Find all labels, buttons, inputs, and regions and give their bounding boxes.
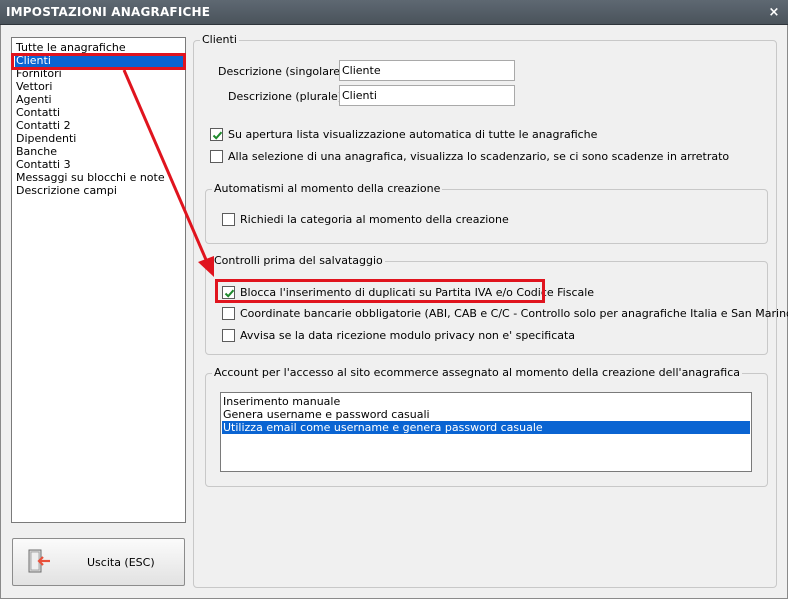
categoria-label: Richiedi la categoria al momento della c… — [240, 213, 509, 226]
exit-button-label: Uscita (ESC) — [87, 556, 155, 569]
category-list[interactable]: Tutte le anagrafiche Clienti Fornitori V… — [11, 37, 186, 523]
nav-item-contatti[interactable]: Contatti — [15, 106, 185, 119]
account-option-email[interactable]: Utilizza email come username e genera pa… — [222, 421, 750, 434]
desc-singolare-input[interactable]: Cliente — [339, 60, 515, 81]
scadenzario-label: Alla selezione di una anagrafica, visual… — [228, 150, 730, 163]
clienti-legend: Clienti — [200, 33, 239, 47]
nav-item-contatti-2[interactable]: Contatti 2 — [15, 119, 185, 132]
scadenzario-checkbox[interactable] — [210, 150, 223, 163]
controlli-legend: Controlli prima del salvataggio — [212, 254, 385, 268]
nav-item-vettori[interactable]: Vettori — [15, 80, 185, 93]
categoria-checkbox[interactable] — [222, 213, 235, 226]
desc-plurale-label: Descrizione (plurale) : — [228, 90, 350, 103]
close-icon[interactable]: × — [766, 5, 782, 20]
exit-door-icon — [25, 548, 53, 576]
coordinate-checkbox[interactable] — [222, 307, 235, 320]
nav-item-tutte[interactable]: Tutte le anagrafiche — [15, 41, 185, 54]
nav-item-agenti[interactable]: Agenti — [15, 93, 185, 106]
nav-item-banche[interactable]: Banche — [15, 145, 185, 158]
account-legend: Account per l'accesso al sito ecommerce … — [212, 366, 742, 380]
scadenzario-checkbox-row[interactable]: Alla selezione di una anagrafica, visual… — [210, 149, 770, 164]
nav-item-clienti[interactable]: Clienti — [15, 54, 185, 67]
exit-button[interactable]: Uscita (ESC) — [12, 538, 185, 586]
coordinate-label: Coordinate bancarie obbligatorie (ABI, C… — [240, 307, 788, 320]
auto-list-checkbox-row[interactable]: Su apertura lista visualizzazione automa… — [210, 127, 750, 142]
categoria-checkbox-row[interactable]: Richiedi la categoria al momento della c… — [222, 212, 622, 227]
privacy-label: Avvisa se la data ricezione modulo priva… — [240, 329, 576, 342]
duplicati-label: Blocca l'inserimento di duplicati su Par… — [240, 286, 595, 299]
account-options-list[interactable]: Inserimento manuale Genera username e pa… — [220, 392, 752, 472]
account-option-manuale[interactable]: Inserimento manuale — [222, 395, 750, 408]
nav-item-fornitori[interactable]: Fornitori — [15, 67, 185, 80]
nav-item-messaggi[interactable]: Messaggi su blocchi e note — [15, 171, 185, 184]
duplicati-checkbox[interactable] — [222, 286, 235, 299]
auto-list-checkbox[interactable] — [210, 128, 223, 141]
privacy-checkbox[interactable] — [222, 329, 235, 342]
nav-item-dipendenti[interactable]: Dipendenti — [15, 132, 185, 145]
nav-item-descrizione-campi[interactable]: Descrizione campi — [15, 184, 185, 197]
coordinate-checkbox-row[interactable]: Coordinate bancarie obbligatorie (ABI, C… — [222, 306, 788, 321]
title-bar: IMPOSTAZIONI ANAGRAFICHE × — [0, 0, 788, 25]
automatismi-legend: Automatismi al momento della creazione — [212, 182, 443, 196]
nav-item-contatti-3[interactable]: Contatti 3 — [15, 158, 185, 171]
privacy-checkbox-row[interactable]: Avvisa se la data ricezione modulo priva… — [222, 328, 622, 343]
auto-list-label: Su apertura lista visualizzazione automa… — [228, 128, 598, 141]
account-option-casuali[interactable]: Genera username e password casuali — [222, 408, 750, 421]
desc-singolare-label: Descrizione (singolare) : — [218, 65, 352, 78]
desc-plurale-input[interactable]: Clienti — [339, 85, 515, 106]
window-title: IMPOSTAZIONI ANAGRAFICHE — [6, 5, 211, 19]
duplicati-checkbox-row[interactable]: Blocca l'inserimento di duplicati su Par… — [222, 285, 594, 300]
